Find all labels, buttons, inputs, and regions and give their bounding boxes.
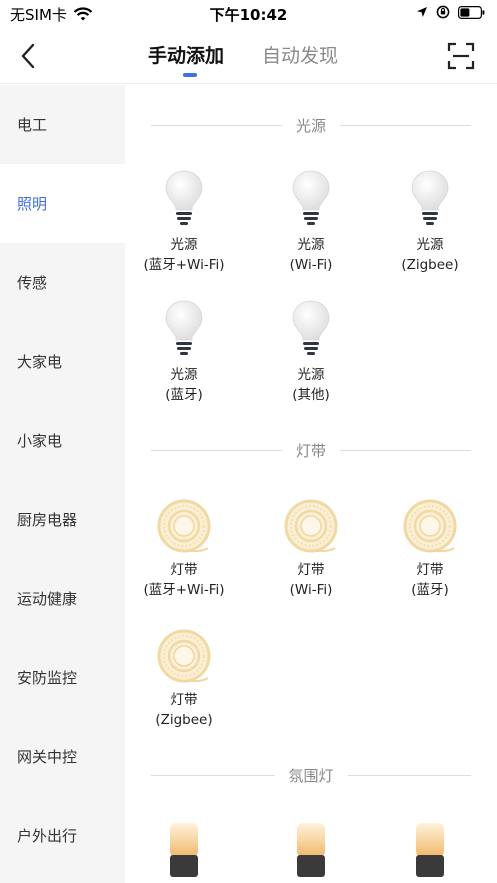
tab-auto-discover[interactable]: 自动发现 bbox=[262, 41, 338, 68]
device-label: 光源 (Wi-Fi) bbox=[252, 235, 370, 275]
light-strip-icon bbox=[252, 492, 370, 554]
sidebar-item-outdoor[interactable]: 户外出行 bbox=[0, 796, 125, 875]
divider-line bbox=[151, 124, 282, 126]
section-header-ambient-light: 氛围灯 bbox=[151, 764, 472, 786]
device-item[interactable] bbox=[252, 817, 370, 879]
device-protocol: (Zigbee) bbox=[401, 257, 459, 273]
device-label: 光源 (其他) bbox=[252, 365, 370, 405]
divider-line bbox=[151, 449, 282, 451]
device-protocol: (蓝牙+Wi-Fi) bbox=[143, 257, 225, 273]
bulb-icon bbox=[125, 167, 243, 229]
device-name: 灯带 bbox=[297, 562, 325, 578]
device-item[interactable]: 灯带 (蓝牙) bbox=[371, 492, 489, 600]
sidebar-item-electrician[interactable]: 电工 bbox=[0, 85, 125, 164]
status-bar: 无SIM卡 下午10:42 bbox=[0, 0, 497, 28]
light-strip-icon bbox=[125, 492, 243, 554]
category-sidebar: 电工 照明 传感 大家电 小家电 厨房电器 运动健康 安防监控 网关中控 户外出… bbox=[0, 85, 125, 883]
device-protocol: (蓝牙) bbox=[165, 387, 203, 403]
device-protocol: (蓝牙) bbox=[411, 582, 449, 598]
device-item[interactable]: 灯带 (蓝牙+Wi-Fi) bbox=[125, 492, 243, 600]
device-protocol: (蓝牙+Wi-Fi) bbox=[143, 582, 225, 598]
sidebar-item-gateway[interactable]: 网关中控 bbox=[0, 717, 125, 796]
device-item[interactable]: 光源 (蓝牙+Wi-Fi) bbox=[125, 167, 243, 275]
rotation-lock-icon bbox=[436, 5, 450, 19]
device-item[interactable] bbox=[371, 817, 489, 879]
device-list: 光源 光源 (蓝牙+Wi-Fi) 光源 (Wi-Fi) 光源 (Zigbee) … bbox=[125, 85, 497, 883]
sidebar-item-lighting[interactable]: 照明 bbox=[0, 164, 125, 243]
divider-line bbox=[340, 449, 472, 451]
sidebar-item-security[interactable]: 安防监控 bbox=[0, 638, 125, 717]
section-header-light-source: 光源 bbox=[151, 114, 472, 136]
bulb-icon bbox=[252, 297, 370, 359]
device-label: 光源 (Zigbee) bbox=[371, 235, 489, 275]
device-label: 光源 (蓝牙+Wi-Fi) bbox=[125, 235, 243, 275]
bulb-icon bbox=[371, 167, 489, 229]
device-item[interactable]: 光源 (其他) bbox=[252, 297, 370, 405]
section-title: 灯带 bbox=[296, 441, 327, 460]
sidebar-item-kitchen[interactable]: 厨房电器 bbox=[0, 480, 125, 559]
device-item[interactable]: 光源 (蓝牙) bbox=[125, 297, 243, 405]
device-label: 灯带 (蓝牙) bbox=[371, 560, 489, 600]
tab-manual-add[interactable]: 手动添加 bbox=[148, 41, 224, 68]
sidebar-item-sensor[interactable]: 传感 bbox=[0, 243, 125, 322]
device-item[interactable]: 灯带 (Wi-Fi) bbox=[252, 492, 370, 600]
light-strip-icon bbox=[371, 492, 489, 554]
device-name: 光源 bbox=[297, 237, 325, 253]
sidebar-item-small-appliance[interactable]: 小家电 bbox=[0, 401, 125, 480]
status-right bbox=[416, 5, 485, 19]
section-header-light-strip: 灯带 bbox=[151, 439, 472, 461]
device-protocol: (Zigbee) bbox=[155, 712, 213, 728]
device-item[interactable] bbox=[125, 817, 243, 879]
device-name: 光源 bbox=[297, 367, 325, 383]
sidebar-item-sports-health[interactable]: 运动健康 bbox=[0, 559, 125, 638]
back-button[interactable] bbox=[10, 38, 46, 74]
bulb-icon bbox=[125, 297, 243, 359]
divider-line bbox=[151, 774, 275, 776]
active-tab-indicator bbox=[183, 73, 197, 77]
section-title: 光源 bbox=[296, 116, 327, 135]
device-protocol: (Wi-Fi) bbox=[289, 257, 333, 273]
device-item[interactable]: 光源 (Wi-Fi) bbox=[252, 167, 370, 275]
device-name: 光源 bbox=[170, 367, 198, 383]
device-label: 光源 (蓝牙) bbox=[125, 365, 243, 405]
device-item[interactable]: 灯带 (Zigbee) bbox=[125, 622, 243, 730]
battery-icon bbox=[458, 5, 485, 19]
device-name: 光源 bbox=[416, 237, 444, 253]
divider-line bbox=[340, 124, 472, 126]
sidebar-item-large-appliance[interactable]: 大家电 bbox=[0, 322, 125, 401]
device-label: 灯带 (蓝牙+Wi-Fi) bbox=[125, 560, 243, 600]
device-protocol: (其他) bbox=[292, 387, 330, 403]
device-label: 灯带 (Wi-Fi) bbox=[252, 560, 370, 600]
light-strip-icon bbox=[125, 622, 243, 684]
location-arrow-icon bbox=[417, 7, 427, 17]
section-title: 氛围灯 bbox=[288, 766, 334, 785]
ambient-lamp-icon bbox=[371, 817, 489, 879]
bulb-icon bbox=[252, 167, 370, 229]
device-item[interactable]: 光源 (Zigbee) bbox=[371, 167, 489, 275]
device-label: 灯带 (Zigbee) bbox=[125, 690, 243, 730]
device-name: 灯带 bbox=[170, 692, 198, 708]
divider-line bbox=[347, 774, 472, 776]
device-name: 灯带 bbox=[416, 562, 444, 578]
chevron-left-icon bbox=[21, 43, 35, 69]
device-protocol: (Wi-Fi) bbox=[289, 582, 333, 598]
device-name: 光源 bbox=[170, 237, 198, 253]
device-name: 灯带 bbox=[170, 562, 198, 578]
nav-bar: 手动添加 自动发现 bbox=[0, 28, 497, 84]
ambient-lamp-icon bbox=[125, 817, 243, 879]
ambient-lamp-icon bbox=[252, 817, 370, 879]
scan-icon[interactable] bbox=[447, 42, 475, 70]
